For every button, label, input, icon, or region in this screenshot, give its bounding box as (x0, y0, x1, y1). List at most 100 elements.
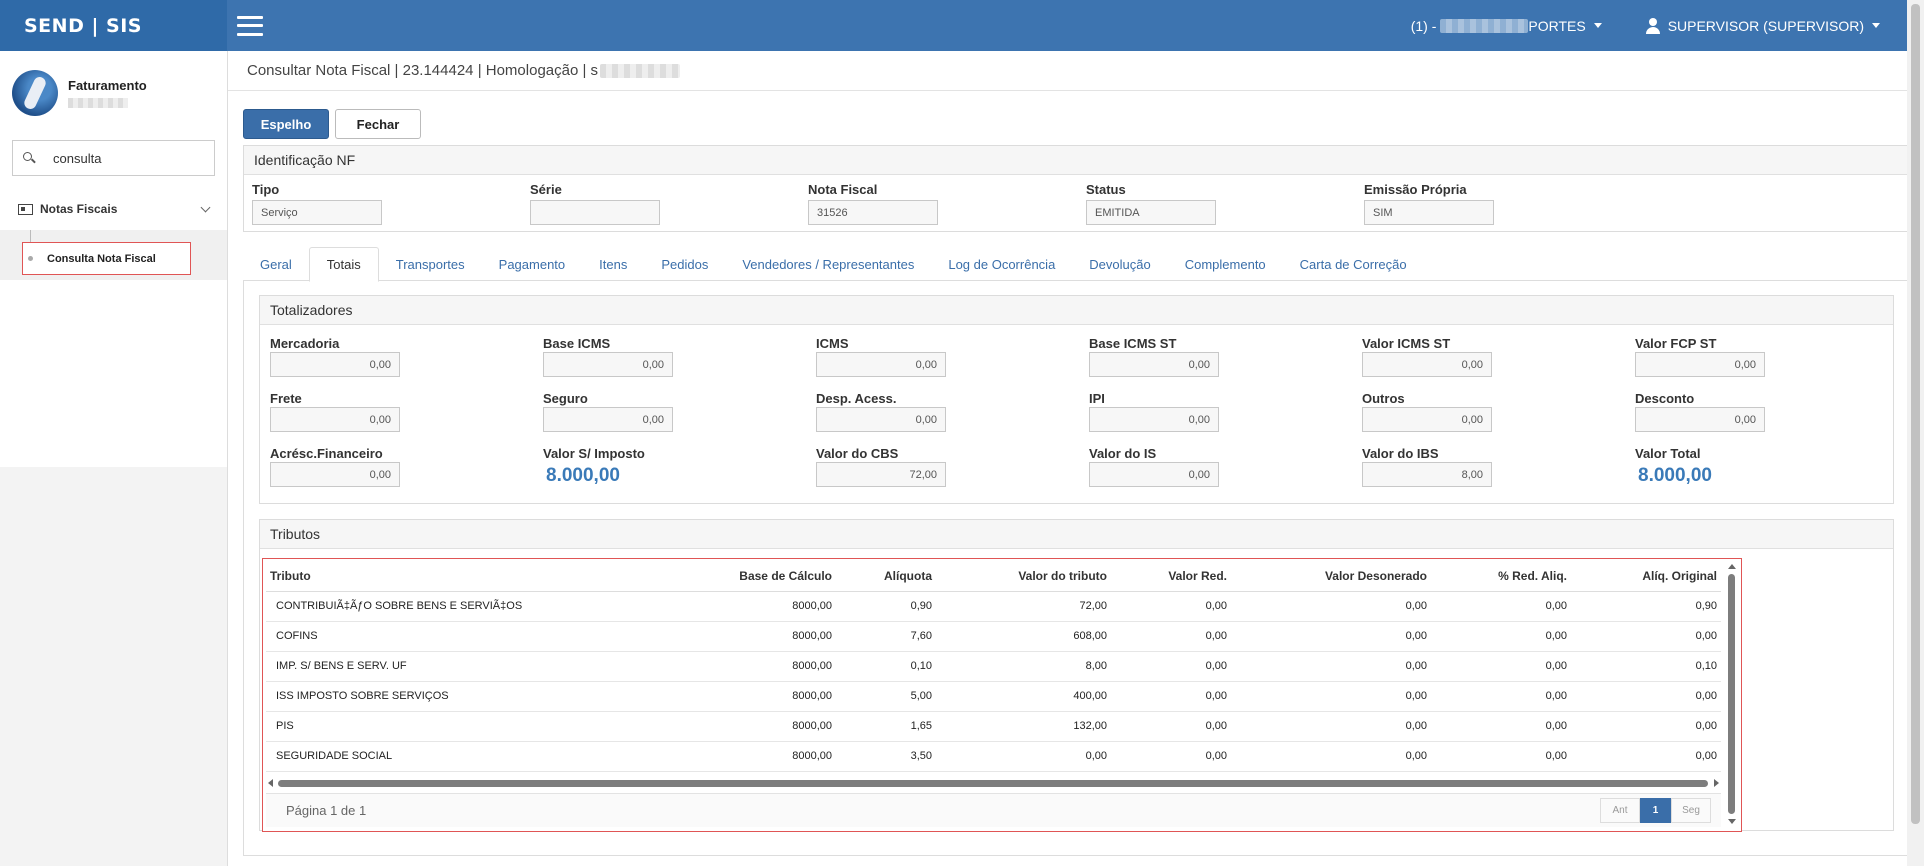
valor-icms-st-field[interactable]: 0,00 (1362, 352, 1492, 377)
bullet-icon (28, 256, 33, 261)
column-header-valor-tributo[interactable]: Valor do tributo (936, 562, 1111, 592)
base-icms-field[interactable]: 0,00 (543, 352, 673, 377)
page-title-text: Consultar Nota Fiscal | 23.144424 | Homo… (247, 62, 599, 79)
scroll-up-icon[interactable] (1728, 564, 1736, 569)
user-menu[interactable]: SUPERVISOR (SUPERVISOR) (1645, 17, 1880, 34)
cell: 0,90 (1571, 591, 1721, 622)
scroll-right-icon[interactable] (1714, 779, 1719, 787)
cell: 8000,00 (686, 651, 836, 682)
tab-content-totais: Totalizadores Mercadoria 0,00 Base ICMS … (243, 281, 1908, 856)
scroll-left-icon[interactable] (268, 779, 273, 787)
next-page-button[interactable]: Seg (1671, 798, 1711, 823)
base-icms-st-field[interactable]: 0,00 (1089, 352, 1219, 377)
table-row[interactable]: IMP. S/ BENS E SERV. UF 8000,00 0,10 8,0… (266, 651, 1721, 682)
page-info: Página 1 de 1 (286, 803, 367, 818)
column-header-red-aliq[interactable]: % Red. Aliq. (1431, 562, 1571, 592)
table-row[interactable]: CONTRIBUIÃ‡ÃƒO SOBRE BENS E SERVIÃ‡OS 80… (266, 591, 1721, 622)
cell: 0,00 (1231, 741, 1431, 772)
tab-totais[interactable]: Totais (308, 247, 379, 282)
tributos-table: Tributo Base de Cálculo Alíquota Valor d… (266, 562, 1721, 772)
table-row[interactable]: ISS IMPOSTO SOBRE SERVIÇOS 8000,00 5,00 … (266, 681, 1721, 712)
vertical-scrollbar[interactable] (1726, 562, 1738, 826)
page-1-button[interactable]: 1 (1640, 798, 1671, 823)
company-selector[interactable]: (1) - PORTES (1411, 18, 1602, 34)
sidebar-group-notas-fiscais[interactable]: Notas Fiscais (0, 196, 227, 222)
cell: 8000,00 (686, 621, 836, 652)
brand-logo: SEND | SIS (0, 0, 227, 51)
table-row[interactable]: COFINS 8000,00 7,60 608,00 0,00 0,00 0,0… (266, 621, 1721, 652)
menu-search-input[interactable] (53, 150, 203, 166)
field-label: Outros (1362, 391, 1405, 406)
emissao-propria-field[interactable]: SIM (1364, 200, 1494, 225)
tab-devolucao[interactable]: Devolução (1072, 247, 1167, 281)
scrollbar-thumb[interactable] (1911, 4, 1920, 824)
tab-itens[interactable]: Itens (582, 247, 644, 281)
ipi-field[interactable]: 0,00 (1089, 407, 1219, 432)
field-label: Acrésc.Financeiro (270, 446, 383, 461)
frete-field[interactable]: 0,00 (270, 407, 400, 432)
valor-is-field[interactable]: 0,00 (1089, 462, 1219, 487)
tab-pedidos[interactable]: Pedidos (644, 247, 725, 281)
cell: 8000,00 (686, 591, 836, 622)
serie-field[interactable] (530, 200, 660, 225)
column-header-tributo[interactable]: Tributo (266, 562, 686, 592)
column-header-base-calculo[interactable]: Base de Cálculo (686, 562, 836, 592)
cell: 0,00 (1231, 651, 1431, 682)
field-label: IPI (1089, 391, 1105, 406)
tipo-field[interactable]: Serviço (252, 200, 382, 225)
nota-fiscal-field[interactable]: 31526 (808, 200, 938, 225)
scrollbar-thumb[interactable] (278, 780, 1708, 787)
status-field[interactable]: EMITIDA (1086, 200, 1216, 225)
tab-carta-correcao[interactable]: Carta de Correção (1283, 247, 1424, 281)
field-label: Valor ICMS ST (1362, 336, 1451, 351)
tab-pagamento[interactable]: Pagamento (482, 247, 583, 281)
espelho-button[interactable]: Espelho (243, 109, 329, 139)
column-header-valor-desonerado[interactable]: Valor Desonerado (1231, 562, 1431, 592)
tab-transportes[interactable]: Transportes (379, 247, 482, 281)
tab-log-ocorrencia[interactable]: Log de Ocorrência (931, 247, 1072, 281)
hamburger-menu-icon[interactable] (237, 15, 263, 36)
prev-page-button[interactable]: Ant (1600, 798, 1640, 823)
icms-field[interactable]: 0,00 (816, 352, 946, 377)
module-profile: Faturamento (0, 51, 227, 123)
tab-geral[interactable]: Geral (243, 247, 309, 281)
desp-acess-field[interactable]: 0,00 (816, 407, 946, 432)
scroll-down-icon[interactable] (1728, 819, 1736, 824)
valor-ibs-field[interactable]: 8,00 (1362, 462, 1492, 487)
tab-complemento[interactable]: Complemento (1168, 247, 1283, 281)
scrollbar-thumb[interactable] (1728, 574, 1735, 814)
table-row[interactable]: SEGURIDADE SOCIAL 8000,00 3,50 0,00 0,00… (266, 741, 1721, 772)
valor-cbs-field[interactable]: 72,00 (816, 462, 946, 487)
column-header-valor-red[interactable]: Valor Red. (1111, 562, 1231, 592)
table-row[interactable]: PIS 8000,00 1,65 132,00 0,00 0,00 0,00 0… (266, 711, 1721, 742)
acresc-financeiro-field[interactable]: 0,00 (270, 462, 400, 487)
column-header-aliq-original[interactable]: Alíq. Original (1571, 562, 1721, 592)
cell: 3,50 (836, 741, 936, 772)
page-scrollbar[interactable] (1907, 0, 1924, 866)
desconto-field[interactable]: 0,00 (1635, 407, 1765, 432)
valor-fcp-st-field[interactable]: 0,00 (1635, 352, 1765, 377)
company-logo-icon (12, 70, 58, 116)
outros-field[interactable]: 0,00 (1362, 407, 1492, 432)
cell: 0,00 (1571, 741, 1721, 772)
company-name-redacted (1440, 18, 1529, 33)
cell: CONTRIBUIÃ‡ÃƒO SOBRE BENS E SERVIÃ‡OS (266, 591, 686, 622)
cell: 0,00 (1431, 621, 1571, 652)
cell: 0,10 (1571, 651, 1721, 682)
field-label: Nota Fiscal (808, 182, 878, 197)
sidebar-group-label: Notas Fiscais (40, 202, 118, 216)
cell: IMP. S/ BENS E SERV. UF (266, 651, 686, 682)
mercadoria-field[interactable]: 0,00 (270, 352, 400, 377)
seguro-field[interactable]: 0,00 (543, 407, 673, 432)
tab-vendedores[interactable]: Vendedores / Representantes (725, 247, 931, 281)
fechar-button[interactable]: Fechar (335, 109, 421, 139)
cell: 8000,00 (686, 681, 836, 712)
sidebar: Faturamento Notas Fiscais Consulta Nota … (0, 51, 227, 866)
identificacao-panel: Identificação NF Tipo Serviço Série Nota… (243, 145, 1908, 232)
cell: 0,00 (1111, 681, 1231, 712)
sidebar-item-consulta-nota-fiscal[interactable]: Consulta Nota Fiscal (22, 242, 191, 275)
company-suffix: PORTES (1528, 17, 1586, 34)
horizontal-scrollbar[interactable] (266, 777, 1721, 789)
column-header-aliquota[interactable]: Alíquota (836, 562, 936, 592)
field-label: Tipo (252, 182, 280, 197)
